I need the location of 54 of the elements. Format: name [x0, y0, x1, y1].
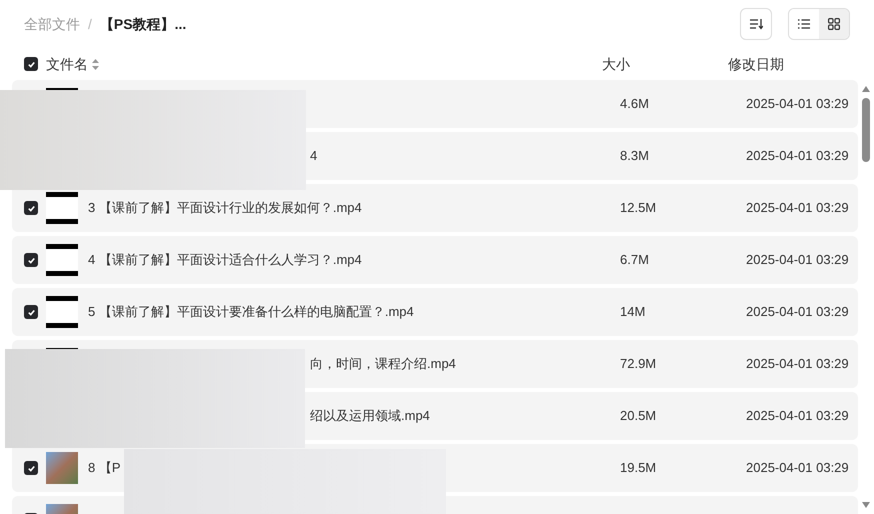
scrollbar-thumb[interactable] [862, 98, 870, 162]
video-thumbnail [46, 192, 78, 224]
checkbox[interactable] [24, 201, 38, 215]
modified-date: 2025-04-01 03:29 [746, 251, 849, 270]
sort-icon [749, 18, 763, 30]
modified-date: 2025-04-01 03:29 [746, 355, 849, 374]
check-icon [26, 464, 36, 472]
file-size: 6.7M [620, 251, 650, 270]
check-icon [26, 60, 36, 68]
column-header[interactable]: 大小 [602, 54, 728, 74]
file-row[interactable]: 3 【课前了解】平面设计行业的发展如何？.mp4 12.5M 2025-04-01 03:29 [12, 184, 858, 232]
file-name[interactable]: 8 【P [88, 458, 121, 478]
modified-date: 2025-04-01 03:29 [746, 303, 849, 322]
file-name[interactable]: 4 [310, 146, 318, 166]
check-icon [26, 308, 36, 316]
modified-date: 2025-04-01 03:29 [746, 407, 849, 426]
grid-view-button[interactable] [819, 9, 849, 39]
sort-button[interactable] [740, 8, 772, 40]
file-name[interactable]: 4 【课前了解】平面设计适合什么人学习？.mp4 [88, 250, 362, 270]
photo-placeholder [46, 452, 78, 484]
file-size: 20.5M [620, 407, 658, 426]
file-row[interactable]: 5 【课前了解】平面设计要准备什么样的电脑配置？.mp4 14M 2025-04-01 03:29 [12, 288, 858, 336]
column-header[interactable]: 修改日期 [728, 54, 784, 74]
check-icon [26, 204, 36, 212]
list-icon [798, 19, 810, 29]
file-size: 4.6M [620, 95, 650, 114]
sort-arrows-icon[interactable] [92, 58, 99, 70]
modified-date: 2025-04-01 03:29 [746, 95, 849, 114]
checkbox[interactable] [24, 57, 38, 71]
file-size: 8.3M [620, 147, 650, 166]
column-header[interactable]: 文件名 [46, 54, 88, 74]
scroll-up-icon[interactable] [862, 86, 870, 92]
checkbox[interactable] [24, 253, 38, 267]
breadcrumb-separator: / [88, 14, 92, 34]
modified-date: 2025-04-01 03:29 [746, 459, 849, 478]
breadcrumb-current: 【PS教程】... [100, 14, 186, 34]
file-row[interactable]: 4 【课前了解】平面设计适合什么人学习？.mp4 6.7M 2025-04-01 03:29 [12, 236, 858, 284]
video-thumbnail [46, 296, 78, 328]
file-name[interactable]: 向，时间，课程介绍.mp4 [310, 354, 456, 374]
file-size: 19.5M [620, 459, 658, 478]
modified-date: 2025-04-01 03:29 [746, 147, 849, 166]
file-size: 14M [620, 303, 646, 322]
file-size: 72.9M [620, 355, 658, 374]
modified-date: 2025-04-01 03:29 [746, 199, 849, 218]
scroll-down-icon[interactable] [862, 502, 870, 508]
file-name[interactable]: 5 【课前了解】平面设计要准备什么样的电脑配置？.mp4 [88, 302, 414, 322]
video-thumbnail [46, 244, 78, 276]
file-name[interactable]: 绍以及运用领域.mp4 [310, 406, 430, 426]
file-size: 12.5M [620, 199, 658, 218]
check-icon [26, 256, 36, 264]
grid-icon [828, 18, 840, 30]
file-name[interactable]: 3 【课前了解】平面设计行业的发展如何？.mp4 [88, 198, 362, 218]
checkbox[interactable] [24, 305, 38, 319]
checkbox[interactable] [24, 461, 38, 475]
